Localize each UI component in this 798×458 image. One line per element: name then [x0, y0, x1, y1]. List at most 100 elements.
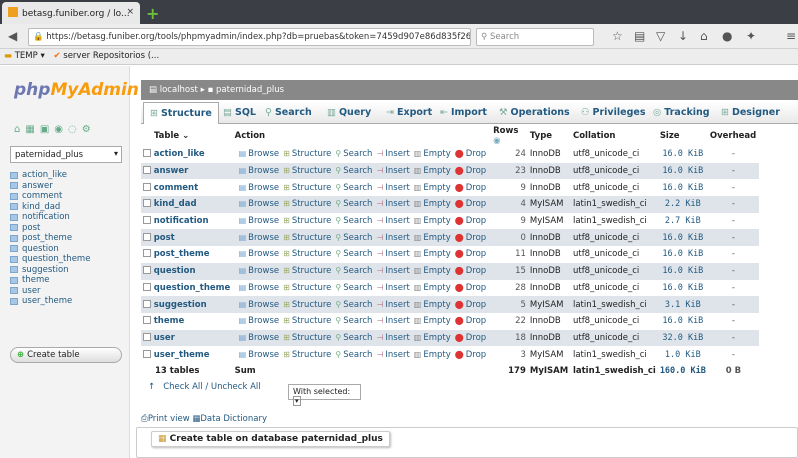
action-browse-link[interactable]: Browse: [248, 316, 279, 326]
action-insert-link[interactable]: Insert: [385, 149, 409, 159]
action-browse-link[interactable]: Browse: [248, 249, 279, 259]
table-name-link[interactable]: user_theme: [154, 350, 210, 360]
table-icon[interactable]: [10, 287, 18, 295]
home-icon[interactable]: ⌂: [700, 29, 708, 43]
action-structure-link[interactable]: Structure: [292, 216, 332, 226]
action-browse-link[interactable]: Browse: [248, 283, 279, 293]
table-name-link[interactable]: action_like: [154, 149, 205, 159]
table-icon[interactable]: [10, 266, 18, 274]
table-icon[interactable]: [10, 224, 18, 232]
table-icon[interactable]: [10, 255, 18, 263]
sidebar-table-label[interactable]: action_like: [22, 170, 67, 180]
action-drop-link[interactable]: Drop: [466, 199, 486, 209]
extension-icon[interactable]: ✦: [746, 29, 756, 43]
col-overhead[interactable]: Overhead: [707, 126, 759, 146]
bookmark-temp[interactable]: TEMP: [15, 51, 38, 61]
new-tab-icon[interactable]: +: [146, 4, 159, 23]
sidebar-table-label[interactable]: kind_dad: [22, 202, 60, 212]
exit-icon[interactable]: ▦: [25, 124, 39, 135]
sidebar-table-label[interactable]: comment: [22, 191, 62, 201]
action-structure-link[interactable]: Structure: [292, 283, 332, 293]
action-browse-link[interactable]: Browse: [248, 333, 279, 343]
action-search-link[interactable]: Search: [343, 233, 372, 243]
sidebar-table-item[interactable]: notification: [10, 212, 128, 223]
sidebar-table-item[interactable]: suggestion: [10, 265, 128, 276]
sidebar-table-label[interactable]: user: [22, 286, 41, 296]
action-search-link[interactable]: Search: [343, 149, 372, 159]
create-table-button[interactable]: ⊕ Create table: [10, 347, 122, 363]
action-empty-link[interactable]: Empty: [423, 216, 450, 226]
table-name-link[interactable]: user: [154, 333, 175, 343]
action-insert-link[interactable]: Insert: [385, 199, 409, 209]
table-icon[interactable]: [10, 192, 18, 200]
sidebar-table-label[interactable]: post_theme: [22, 233, 72, 243]
row-checkbox[interactable]: [143, 199, 151, 208]
action-structure-link[interactable]: Structure: [292, 316, 332, 326]
action-search-link[interactable]: Search: [343, 249, 372, 259]
action-empty-link[interactable]: Empty: [423, 350, 450, 360]
cell-size[interactable]: 2.2 KiB: [657, 196, 708, 213]
table-icon[interactable]: [10, 213, 18, 221]
tab-structure[interactable]: ⊞ Structure: [143, 102, 219, 124]
sidebar-table-item[interactable]: question_theme: [10, 254, 128, 265]
table-name-link[interactable]: theme: [154, 316, 185, 326]
row-checkbox[interactable]: [143, 266, 151, 275]
action-insert-link[interactable]: Insert: [385, 316, 409, 326]
col-rows[interactable]: Rows ◉: [491, 126, 528, 146]
cell-size[interactable]: 16.0 KiB: [657, 279, 708, 297]
action-empty-link[interactable]: Empty: [423, 249, 450, 259]
table-name-link[interactable]: question_theme: [154, 283, 231, 293]
action-empty-link[interactable]: Empty: [423, 300, 450, 310]
sidebar-table-label[interactable]: notification: [22, 212, 70, 222]
table-name-link[interactable]: post: [154, 233, 175, 243]
sidebar-table-item[interactable]: action_like: [10, 170, 128, 181]
table-icon[interactable]: [10, 203, 18, 211]
action-browse-link[interactable]: Browse: [248, 183, 279, 193]
row-checkbox[interactable]: [143, 232, 151, 241]
help-icon[interactable]: ◉: [493, 136, 500, 146]
browser-tab[interactable]: betasg.funiber.org / lo... ×: [2, 2, 140, 24]
action-empty-link[interactable]: Empty: [423, 166, 450, 176]
sidebar-table-label[interactable]: user_theme: [22, 296, 72, 306]
cell-size[interactable]: 16.0 KiB: [657, 229, 708, 247]
table-name-link[interactable]: kind_dad: [154, 199, 197, 209]
col-table[interactable]: Table ⌄: [141, 126, 233, 146]
row-checkbox[interactable]: [143, 182, 151, 191]
database-select[interactable]: paternidad_plus ▾: [10, 146, 122, 163]
table-icon[interactable]: [10, 245, 18, 253]
sidebar-table-label[interactable]: question: [22, 244, 59, 254]
gear-icon[interactable]: ⚙: [82, 124, 96, 135]
cell-size[interactable]: 16.0 KiB: [657, 162, 708, 180]
action-empty-link[interactable]: Empty: [423, 333, 450, 343]
cell-size[interactable]: 16.0 KiB: [657, 246, 708, 263]
row-checkbox[interactable]: [143, 216, 151, 225]
with-selected-select[interactable]: With selected: ▾: [288, 384, 361, 406]
action-empty-link[interactable]: Empty: [423, 283, 450, 293]
action-browse-link[interactable]: Browse: [248, 149, 279, 159]
table-icon[interactable]: [10, 234, 18, 242]
table-name-link[interactable]: question: [154, 266, 196, 276]
action-drop-link[interactable]: Drop: [466, 183, 486, 193]
row-checkbox[interactable]: [143, 249, 151, 258]
print-view-link[interactable]: Print view: [148, 414, 190, 424]
action-browse-link[interactable]: Browse: [248, 199, 279, 209]
action-drop-link[interactable]: Drop: [466, 283, 486, 293]
table-name-link[interactable]: notification: [154, 216, 209, 226]
tab-import[interactable]: ⇤ Import: [440, 107, 487, 118]
sidebar-table-item[interactable]: user_theme: [10, 296, 128, 307]
action-search-link[interactable]: Search: [343, 266, 372, 276]
action-drop-link[interactable]: Drop: [466, 350, 486, 360]
action-insert-link[interactable]: Insert: [385, 283, 409, 293]
action-drop-link[interactable]: Drop: [466, 149, 486, 159]
action-search-link[interactable]: Search: [343, 283, 372, 293]
action-search-link[interactable]: Search: [343, 300, 372, 310]
table-icon[interactable]: [10, 297, 18, 305]
data-dictionary-link[interactable]: Data Dictionary: [200, 414, 267, 424]
sidebar-table-label[interactable]: answer: [22, 181, 53, 191]
bookmark-server[interactable]: server Repositorios (...: [63, 51, 159, 61]
cell-size[interactable]: 16.0 KiB: [657, 179, 708, 197]
action-insert-link[interactable]: Insert: [385, 183, 409, 193]
cell-size[interactable]: 32.0 KiB: [657, 329, 708, 347]
action-insert-link[interactable]: Insert: [385, 233, 409, 243]
action-empty-link[interactable]: Empty: [423, 149, 450, 159]
